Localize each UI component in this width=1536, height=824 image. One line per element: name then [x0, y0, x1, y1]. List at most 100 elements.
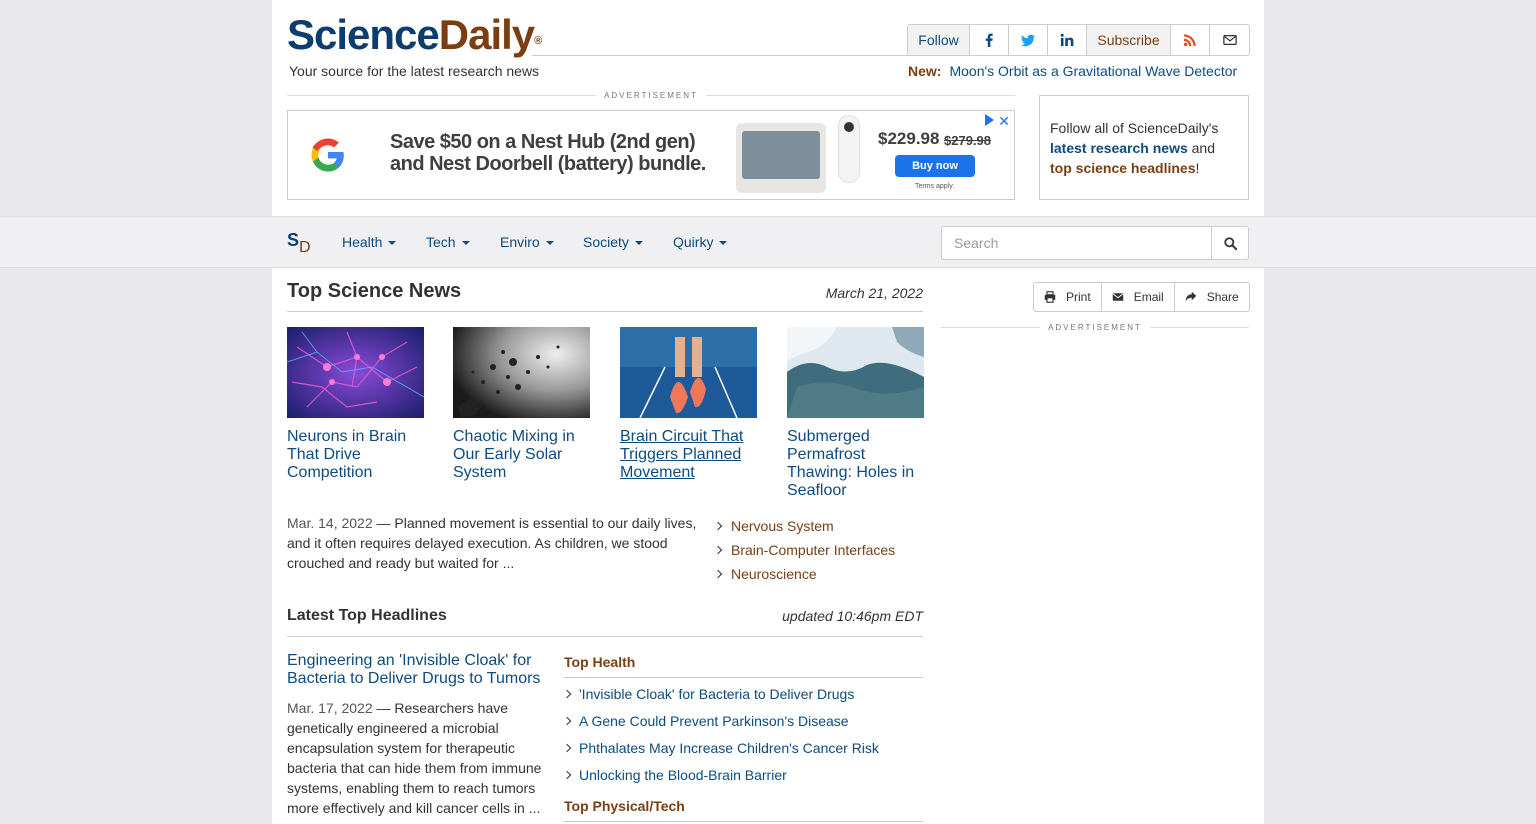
related-topics: Nervous System Brain-Computer Interfaces…	[713, 514, 895, 586]
story-card[interactable]: Chaotic Mixing in Our Early Solar System	[453, 327, 590, 482]
chevron-right-icon	[713, 521, 723, 531]
print-icon	[1044, 291, 1056, 303]
sd-home-logo[interactable]: SD	[287, 230, 311, 256]
search-form	[941, 226, 1249, 260]
social-bar: Follow Subscribe	[907, 24, 1250, 56]
envelope-icon	[1112, 293, 1123, 301]
google-logo-icon	[311, 138, 344, 172]
doorbell-image	[838, 115, 860, 183]
story-thumbnail-permafrost[interactable]	[787, 327, 924, 418]
chevron-right-icon	[713, 545, 723, 555]
close-ad-icon[interactable]: ✕	[998, 113, 1010, 130]
search-button[interactable]	[1211, 226, 1249, 260]
headline-link[interactable]: A Gene Could Prevent Parkinson's Disease	[562, 713, 849, 729]
story-title[interactable]: Chaotic Mixing in Our Early Solar System	[453, 428, 590, 482]
sidebar-advertisement-label: ADVERTISEMENT	[941, 323, 1249, 332]
chevron-right-icon	[562, 743, 572, 753]
headline-link[interactable]: Unlocking the Blood-Brain Barrier	[562, 767, 787, 783]
story-title[interactable]: Neurons in Brain That Drive Competition	[287, 428, 424, 482]
facebook-icon	[985, 33, 993, 47]
top-news-date: March 21, 2022	[825, 285, 923, 301]
story-card[interactable]: Brain Circuit That Triggers Planned Move…	[620, 327, 757, 482]
rss-button[interactable]	[1171, 25, 1210, 55]
top-health-divider	[564, 677, 923, 678]
twitter-button[interactable]	[1009, 25, 1048, 55]
logo-daily-text: Daily	[438, 11, 535, 58]
linkedin-icon	[1060, 33, 1074, 47]
main-navbar: SD Health Tech Enviro Society Quirky	[0, 216, 1536, 268]
email-icon	[1222, 35, 1237, 45]
caret-down-icon	[388, 241, 397, 246]
lead-headline-link[interactable]: Engineering an 'Invisible Cloak' for Bac…	[287, 652, 547, 688]
search-input[interactable]	[941, 226, 1211, 260]
chevron-right-icon	[713, 569, 723, 579]
follow-label: Follow	[908, 25, 970, 55]
page: ScienceDaily® Your source for the latest…	[272, 0, 1264, 824]
ad-headline: Save $50 on a Nest Hub (2nd gen) and Nes…	[390, 131, 706, 175]
tagline: Your source for the latest research news	[289, 63, 540, 79]
updated-time: updated 10:46pm EDT	[782, 608, 923, 624]
nav-health[interactable]: Health	[342, 234, 397, 250]
logo-science-text: Science	[287, 11, 440, 58]
latest-research-news-link[interactable]: latest research news	[1050, 140, 1188, 156]
rss-icon	[1183, 34, 1196, 47]
latest-divider	[287, 636, 923, 637]
search-icon	[1223, 236, 1237, 250]
story-thumbnail-runner[interactable]	[620, 327, 757, 418]
facebook-button[interactable]	[970, 25, 1009, 55]
ad-buy-now-button[interactable]: Buy now	[895, 155, 975, 177]
advertisement-label: ADVERTISEMENT	[287, 91, 1015, 100]
caret-down-icon	[461, 241, 470, 246]
nest-hub-image	[736, 123, 826, 193]
chevron-right-icon	[562, 716, 572, 726]
story-card[interactable]: Submerged Permafrost Thawing: Holes in S…	[787, 327, 924, 500]
latest-top-headlines-heading: Latest Top Headlines	[287, 607, 447, 624]
print-button[interactable]: Print	[1034, 283, 1102, 311]
top-physical-tech-divider	[564, 821, 923, 822]
new-label: New:	[908, 63, 942, 79]
top-news-divider	[287, 311, 923, 312]
subscribe-label: Subscribe	[1087, 25, 1171, 55]
ad-price: $229.98	[878, 129, 940, 148]
story-title[interactable]: Brain Circuit That Triggers Planned Move…	[620, 428, 757, 482]
sciencedaily-logo[interactable]: ScienceDaily®	[287, 11, 542, 58]
chevron-right-icon	[562, 770, 572, 780]
logo-registered-mark: ®	[534, 35, 542, 47]
story-thumbnail-solar-system[interactable]	[453, 327, 590, 418]
nav-quirky[interactable]: Quirky	[673, 234, 728, 250]
nav-enviro[interactable]: Enviro	[500, 234, 554, 250]
ad-terms: Terms apply.	[915, 183, 955, 190]
chevron-right-icon	[562, 689, 572, 699]
ad-old-price: $279.98	[944, 133, 991, 148]
story-summary: Mar. 14, 2022 — Planned movement is esse…	[287, 515, 697, 571]
headline-link[interactable]: Phthalates May Increase Children's Cance…	[562, 740, 879, 756]
nav-society[interactable]: Society	[583, 234, 643, 250]
headline-link[interactable]: 'Invisible Cloak' for Bacteria to Delive…	[562, 686, 854, 702]
linkedin-button[interactable]	[1048, 25, 1087, 55]
new-story-line: New: Moon's Orbit as a Gravitational Wave…	[908, 63, 1237, 79]
share-actions: Print Email Share	[1033, 282, 1250, 312]
twitter-icon	[1021, 34, 1035, 47]
story-title[interactable]: Submerged Permafrost Thawing: Holes in S…	[787, 428, 924, 500]
lead-summary: Mar. 17, 2022 — Researchers have genetic…	[287, 700, 542, 816]
story-card[interactable]: Neurons in Brain That Drive Competition	[287, 327, 424, 482]
nav-tech[interactable]: Tech	[426, 234, 470, 250]
top-science-headlines-link[interactable]: top science headlines	[1050, 160, 1196, 176]
email-subscribe-button[interactable]	[1210, 25, 1249, 55]
new-story-link[interactable]: Moon's Orbit as a Gravitational Wave Det…	[949, 63, 1237, 79]
top-health-heading[interactable]: Top Health	[564, 654, 635, 670]
email-button[interactable]: Email	[1102, 283, 1175, 311]
share-button[interactable]: Share	[1175, 283, 1249, 311]
caret-down-icon	[545, 241, 554, 246]
caret-down-icon	[719, 241, 728, 246]
advertisement-banner[interactable]: Save $50 on a Nest Hub (2nd gen) and Nes…	[287, 110, 1015, 200]
topic-link[interactable]: Brain-Computer Interfaces	[713, 538, 895, 562]
caret-down-icon	[634, 241, 643, 246]
story-thumbnail-neurons[interactable]	[287, 327, 424, 418]
follow-box: Follow all of ScienceDaily's latest rese…	[1039, 95, 1249, 200]
share-icon	[1185, 291, 1196, 302]
top-physical-tech-heading[interactable]: Top Physical/Tech	[564, 798, 685, 814]
topic-link[interactable]: Nervous System	[713, 514, 895, 538]
adchoices-icon[interactable]	[985, 114, 994, 126]
topic-link[interactable]: Neuroscience	[713, 562, 895, 586]
